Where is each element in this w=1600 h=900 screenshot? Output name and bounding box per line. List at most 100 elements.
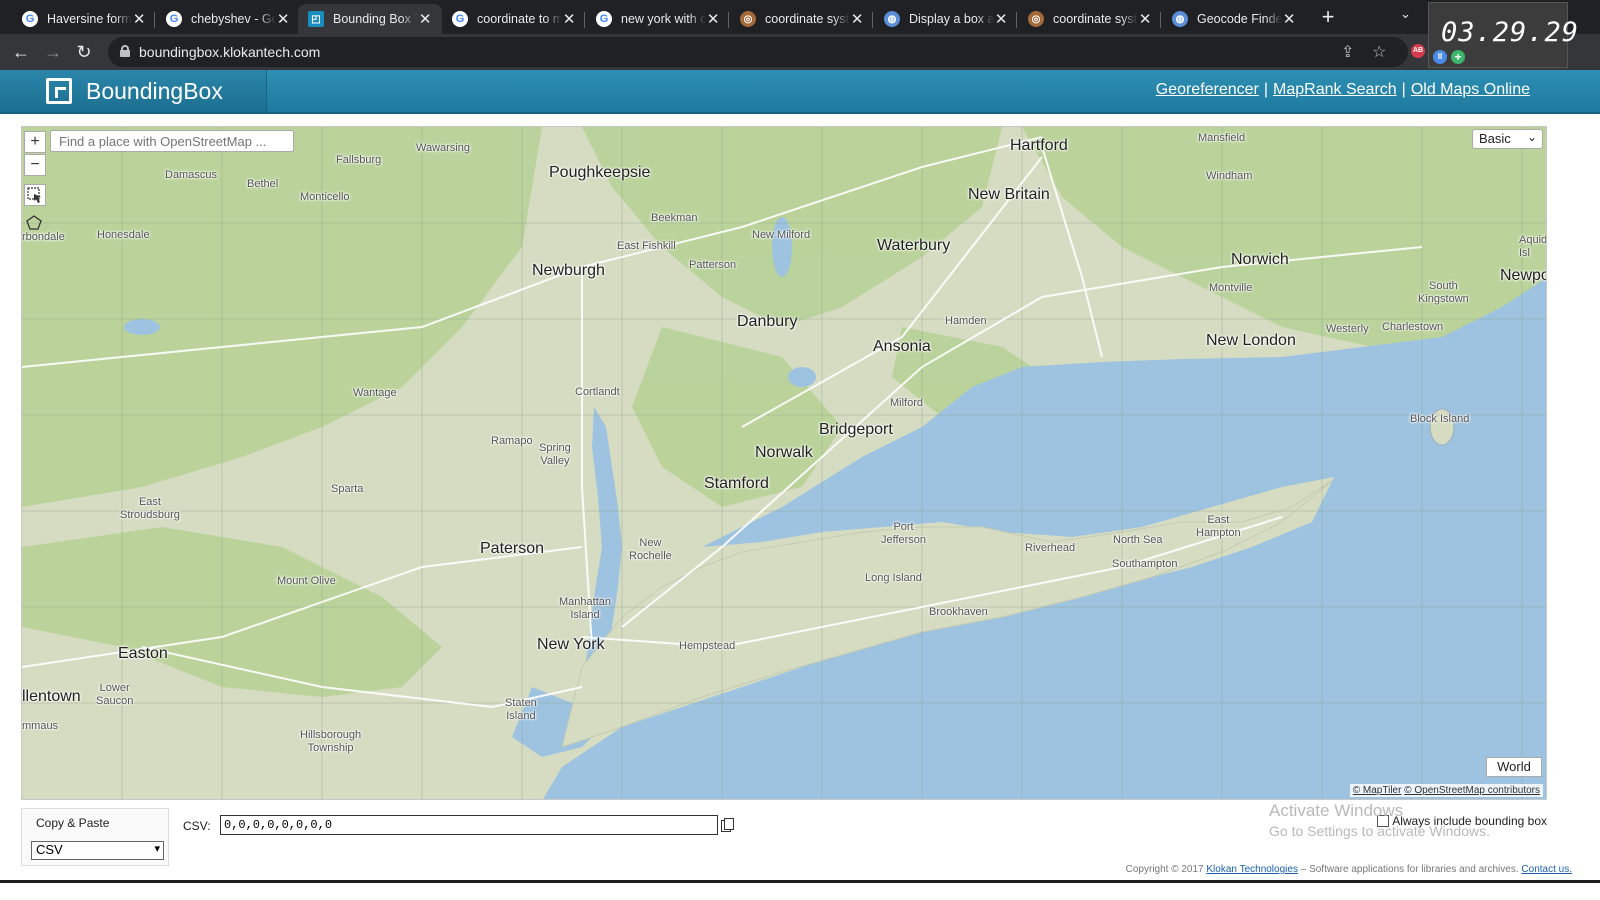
- map-label-spring-valley: Spring Valley: [539, 442, 571, 467]
- close-icon[interactable]: ✕: [850, 10, 864, 28]
- lock-icon: [120, 45, 130, 57]
- close-icon[interactable]: ✕: [276, 10, 290, 28]
- tab-new-york[interactable]: G new york with coordinates ✕: [586, 4, 730, 34]
- map-label-monticello: Monticello: [300, 191, 350, 203]
- forward-arrow-icon[interactable]: →: [41, 40, 65, 64]
- draw-rectangle-button[interactable]: [24, 184, 46, 206]
- map-label-cortlandt: Cortlandt: [575, 386, 620, 398]
- map-label-brookhaven: Brookhaven: [929, 606, 988, 618]
- share-icon[interactable]: ⇪: [1341, 42, 1354, 62]
- tab-separator: [1016, 12, 1017, 28]
- tab-display-a-box[interactable]: ◍ Display a box and ✕: [874, 4, 1018, 34]
- old-maps-online-link[interactable]: Old Maps Online: [1411, 81, 1530, 98]
- map-label-manhattan-island: Manhattan Island: [559, 596, 611, 621]
- map-label-emmaus: mmaus: [22, 720, 59, 732]
- draw-polygon-button[interactable]: [24, 213, 46, 235]
- map-label-staten-island: Staten Island: [505, 697, 537, 722]
- tab-haversine[interactable]: G Haversine formula ✕: [12, 4, 156, 34]
- copy-paste-title: Copy & Paste: [36, 816, 110, 830]
- format-select[interactable]: CSV ▾: [31, 841, 164, 860]
- map-label-east-hampton: East Hampton: [1196, 514, 1241, 539]
- map-label-hartford: Hartford: [1010, 137, 1068, 154]
- world-button[interactable]: World: [1486, 757, 1542, 777]
- bookmark-star-icon[interactable]: ☆: [1372, 42, 1386, 62]
- tab-separator: [154, 12, 155, 28]
- copyright-text: Copyright © 2017: [1125, 864, 1204, 875]
- tab-separator: [1160, 12, 1161, 28]
- tab-geocode-finder[interactable]: ◍ Geocode Finder ✕: [1162, 4, 1306, 34]
- tab-search-icon[interactable]: ⌄: [1400, 6, 1411, 22]
- tab-coordinate-system-2[interactable]: ◎ coordinate system ✕: [1018, 4, 1162, 34]
- map-label-damascus: Damascus: [165, 169, 217, 181]
- map-label-hempstead: Hempstead: [679, 640, 736, 652]
- map-label-patterson: Patterson: [689, 259, 737, 271]
- header-links: Georeferencer | MapRank Search | Old Maps On…: [1155, 81, 1530, 98]
- klokan-link[interactable]: Klokan Technologies: [1206, 864, 1298, 875]
- map-label-block-island: Block Island: [1410, 413, 1470, 425]
- close-icon[interactable]: ✕: [1282, 10, 1296, 28]
- taskbar-edge: [0, 880, 1600, 883]
- pause-icon[interactable]: II: [1433, 50, 1447, 64]
- map-label-new-york: New York: [537, 636, 605, 653]
- map-label-newport: Newpo: [1500, 267, 1547, 284]
- tab-bounding-box[interactable]: ◰ Bounding Box Tool ✕: [298, 4, 442, 34]
- close-icon[interactable]: ✕: [132, 10, 146, 28]
- brand[interactable]: BoundingBox: [0, 70, 267, 112]
- site-header: BoundingBox Georeferencer | MapRank Search…: [0, 70, 1600, 114]
- tab-coordinate-to-meter[interactable]: G coordinate to meter ✕: [442, 4, 586, 34]
- close-icon[interactable]: ✕: [562, 10, 576, 28]
- map-label-east-stroudsburg: East Stroudsburg: [120, 496, 180, 521]
- google-icon: G: [166, 11, 182, 27]
- contact-us-link[interactable]: Contact us.: [1521, 864, 1572, 875]
- tab-label: new york with coordinates: [621, 12, 707, 26]
- tab-separator: [728, 12, 729, 28]
- maptiler-attribution-link[interactable]: © MapTiler: [1353, 785, 1402, 796]
- close-icon[interactable]: ✕: [1138, 10, 1152, 28]
- map-canvas[interactable]: Hartford New Britain Waterbury Norwich N…: [21, 126, 1547, 800]
- tab-label: Haversine formula: [47, 12, 132, 26]
- close-icon[interactable]: ✕: [418, 10, 432, 28]
- plus-icon[interactable]: +: [1451, 50, 1465, 64]
- map-label-lower-saucon: Lower Saucon: [96, 682, 134, 707]
- zoom-out-button[interactable]: −: [24, 154, 46, 176]
- map-label-sparta: Sparta: [331, 483, 364, 495]
- reload-icon[interactable]: ↻: [72, 40, 96, 64]
- tab-label: Geocode Finder: [1197, 12, 1283, 26]
- tab-label: Display a box and: [909, 12, 995, 26]
- layer-select[interactable]: Basic ⌄: [1472, 129, 1543, 149]
- map-label-fallsburg: Fallsburg: [336, 154, 382, 166]
- extension-icon[interactable]: AB: [1411, 44, 1425, 58]
- address-bar[interactable]: boundingbox.klokantech.com ⇪ ☆: [108, 37, 1408, 67]
- browser-toolbar: ← → ↻ boundingbox.klokantech.com ⇪ ☆: [0, 34, 1600, 70]
- new-tab-button[interactable]: +: [1317, 6, 1339, 28]
- address-url: boundingbox.klokantech.com: [139, 44, 321, 60]
- maprank-search-link[interactable]: MapRank Search: [1273, 81, 1397, 98]
- csv-output-field[interactable]: [220, 815, 718, 835]
- place-search-input[interactable]: [50, 130, 294, 152]
- copy-paste-box: Copy & Paste CSV ▾: [21, 808, 169, 866]
- map-label-bethel: Bethel: [247, 178, 279, 190]
- map-label-east-fishkill: East Fishkill: [617, 240, 676, 252]
- tab-label: coordinate system: [765, 12, 850, 26]
- map-label-beekman: Beekman: [651, 212, 698, 224]
- close-icon[interactable]: ✕: [706, 10, 720, 28]
- map-label-bridgeport: Bridgeport: [819, 421, 893, 438]
- map-label-hillsborough: Hillsborough Township: [300, 729, 362, 754]
- close-icon[interactable]: ✕: [994, 10, 1008, 28]
- map-label-port-jefferson: Port Jefferson: [881, 521, 927, 546]
- osm-attribution-link[interactable]: © OpenStreetMap contributors: [1404, 785, 1540, 796]
- copy-icon[interactable]: [721, 818, 734, 832]
- map-label-easton: Easton: [118, 645, 168, 662]
- map-label-windham: Windham: [1206, 170, 1253, 182]
- zoom-in-button[interactable]: +: [24, 131, 46, 153]
- georeferencer-link[interactable]: Georeferencer: [1156, 81, 1259, 98]
- map-label-aquidneck: Aquid Isl: [1519, 234, 1547, 259]
- map-label-danbury: Danbury: [737, 313, 798, 330]
- tab-chebyshev[interactable]: G chebyshev - Google Search ✕: [156, 4, 300, 34]
- globe-icon: ◍: [1172, 11, 1188, 27]
- footer-tagline: – Software applications for libraries an…: [1300, 864, 1519, 875]
- tab-coordinate-system[interactable]: ◎ coordinate system ✕: [730, 4, 874, 34]
- map-label-new-milford: New Milford: [752, 229, 811, 241]
- back-arrow-icon[interactable]: ←: [9, 40, 33, 64]
- clock-overlay: 03.29.29 II +: [1428, 2, 1578, 68]
